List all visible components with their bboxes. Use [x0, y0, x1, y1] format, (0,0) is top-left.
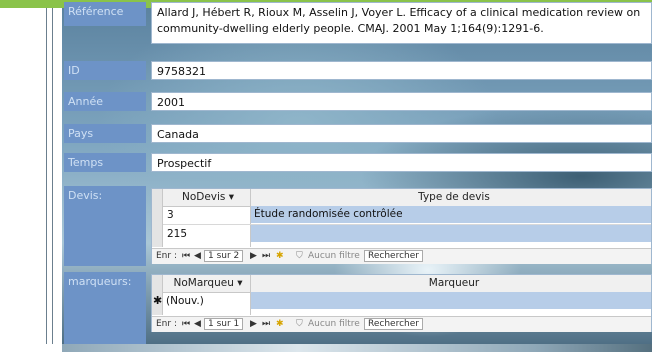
new-record-icon[interactable]: ✱ — [276, 319, 284, 329]
record-position-input[interactable]: 1 sur 1 — [204, 318, 244, 330]
form-left-border — [46, 8, 47, 344]
reference-label: Référence — [64, 2, 146, 26]
filter-icon[interactable]: ⛉ — [296, 251, 303, 261]
reference-field[interactable]: Allard J, Hébert R, Rioux M, Asselin J, … — [151, 2, 652, 44]
devis-subform: NoDevis ▾ Type de devis 3 Étude randomis… — [151, 188, 652, 264]
devis-type-cell[interactable]: Étude randomisée contrôlée — [251, 206, 651, 223]
devis-no-cell[interactable]: 215 — [167, 228, 187, 240]
temps-field[interactable]: Prospectif — [151, 153, 652, 172]
search-input[interactable]: Rechercher — [364, 318, 423, 330]
last-record-icon[interactable]: ⏭ — [262, 319, 270, 329]
filter-status[interactable]: Aucun filtre — [308, 251, 360, 261]
search-input[interactable]: Rechercher — [364, 250, 423, 262]
sort-dropdown-icon[interactable]: ▾ — [237, 277, 242, 289]
devis-type-cell[interactable] — [251, 225, 651, 242]
nav-enr-label: Enr : — [156, 251, 177, 261]
table-row[interactable]: 215 — [163, 225, 651, 243]
pays-label: Pays — [64, 124, 146, 143]
sort-dropdown-icon[interactable]: ▾ — [229, 191, 234, 203]
marqueurs-col-marqueur[interactable]: Marqueur — [256, 277, 652, 289]
record-form: Référence Allard J, Hébert R, Rioux M, A… — [62, 2, 652, 344]
table-row[interactable]: ✱ (Nouv.) — [152, 292, 651, 310]
marqueurs-record-navigator: Enr : ⏮ ◀ 1 sur 1 ▶ ⏭ ✱ ⛉ Aucun filtre R… — [152, 316, 651, 332]
id-label: ID — [64, 61, 146, 80]
marqueurs-label: marqueurs: — [64, 272, 146, 344]
new-record-icon[interactable]: ✱ — [276, 251, 284, 261]
table-row[interactable]: 3 Étude randomisée contrôlée — [163, 206, 651, 225]
devis-col-nodevis[interactable]: NoDevis ▾ — [166, 191, 250, 203]
devis-no-cell[interactable]: 3 — [167, 209, 174, 221]
prev-record-icon[interactable]: ◀ — [194, 319, 201, 329]
id-field[interactable]: 9758321 — [151, 61, 652, 80]
devis-header: NoDevis ▾ Type de devis — [152, 189, 651, 207]
pays-field[interactable]: Canada — [151, 124, 652, 143]
marqueurs-header: NoMarqueu ▾ Marqueur — [152, 275, 651, 293]
background-image-strip — [62, 344, 652, 352]
annee-field[interactable]: 2001 — [151, 92, 652, 111]
devis-col-type[interactable]: Type de devis — [256, 191, 652, 203]
marqueurs-col-nomarqueur[interactable]: NoMarqueu ▾ — [166, 277, 250, 289]
marqueur-cell[interactable] — [251, 292, 651, 309]
first-record-icon[interactable]: ⏮ — [182, 319, 190, 329]
new-record-cell[interactable]: (Nouv.) — [166, 295, 204, 307]
prev-record-icon[interactable]: ◀ — [194, 251, 201, 261]
first-record-icon[interactable]: ⏮ — [182, 251, 190, 261]
annee-label: Année — [64, 92, 146, 111]
devis-label: Devis: — [64, 186, 146, 266]
temps-label: Temps — [64, 153, 146, 172]
reference-line-2: community-dwelling elderly people. CMAJ.… — [157, 22, 544, 35]
filter-icon[interactable]: ⛉ — [296, 319, 303, 329]
filter-status[interactable]: Aucun filtre — [308, 319, 360, 329]
reference-line-1: Allard J, Hébert R, Rioux M, Asselin J, … — [157, 6, 641, 19]
record-position-input[interactable]: 1 sur 2 — [204, 250, 244, 262]
devis-record-navigator: Enr : ⏮ ◀ 1 sur 2 ▶ ⏭ ✱ ⛉ Aucun filtre R… — [152, 248, 651, 264]
form-inner-border — [52, 8, 53, 344]
last-record-icon[interactable]: ⏭ — [262, 251, 270, 261]
new-record-marker-icon: ✱ — [153, 294, 163, 307]
marqueurs-subform: NoMarqueu ▾ Marqueur ✱ (Nouv.) Enr : ⏮ ◀… — [151, 274, 652, 332]
nav-enr-label: Enr : — [156, 319, 177, 329]
next-record-icon[interactable]: ▶ — [250, 251, 257, 261]
next-record-icon[interactable]: ▶ — [250, 319, 257, 329]
devis-record-selector[interactable] — [152, 189, 163, 247]
